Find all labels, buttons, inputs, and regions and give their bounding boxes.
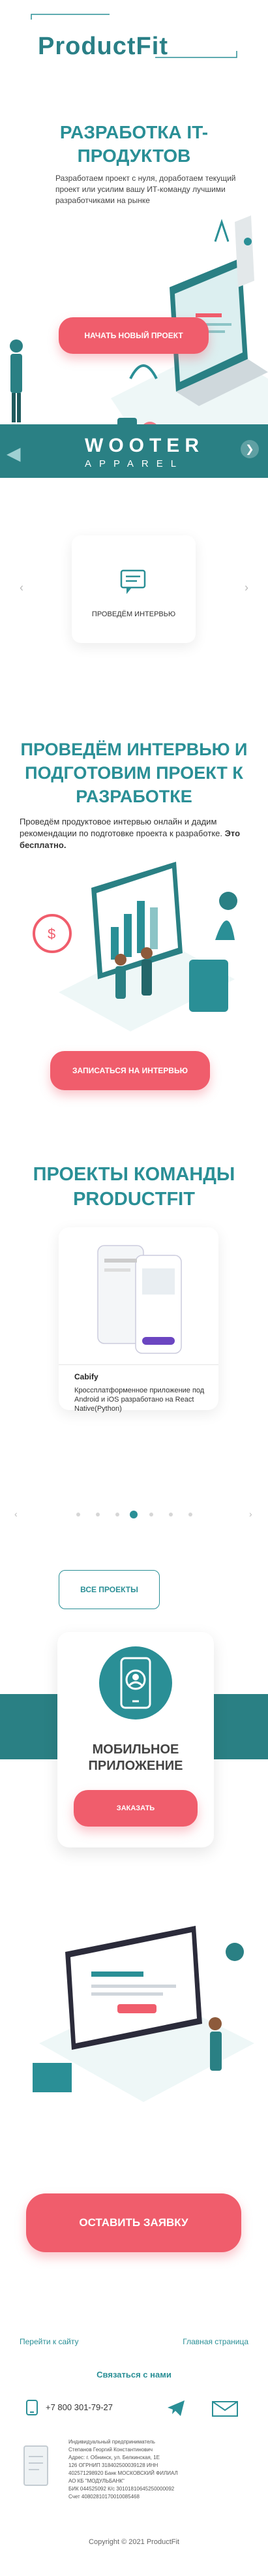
document-icon bbox=[23, 2445, 48, 2486]
interview-description: Проведём продуктовое интервью онлайн и д… bbox=[20, 816, 248, 851]
interview-card-label: ПРОВЕДЁМ ИНТЕРВЬЮ bbox=[91, 610, 176, 618]
project-name: Cabify bbox=[74, 1372, 98, 1381]
phone-number[interactable]: +7 800 301-79-27 bbox=[46, 2402, 113, 2412]
phone-icon[interactable] bbox=[26, 2400, 38, 2415]
legal-line: 126 ОГРНИП 318402500039128 ИНН bbox=[68, 2462, 158, 2468]
banner-brand: WOOTER bbox=[85, 435, 204, 456]
footer-link-site[interactable]: Перейти к сайту bbox=[20, 2337, 78, 2346]
svg-text:›: › bbox=[249, 1509, 252, 1519]
legal-line: Счет 40802810170010085468 bbox=[68, 2494, 140, 2500]
project-description: Кроссплатформенное приложение под Androi… bbox=[74, 1387, 205, 1413]
legal-line: АО КБ "МОДУЛЬБАНК" bbox=[68, 2478, 125, 2484]
legal-line: Адрес: г. Обнинск, ул. Белкинская, 1Е bbox=[68, 2455, 160, 2460]
mail-icon[interactable] bbox=[212, 2401, 238, 2417]
logo[interactable]: ProductFit bbox=[38, 33, 168, 61]
mobile-app-title: МОБИЛЬНОЕ ПРИЛОЖЕНИЕ bbox=[88, 1742, 183, 1773]
footer-link-home[interactable]: Главная страница bbox=[183, 2337, 248, 2346]
copyright: Copyright © 2021 ProductFit bbox=[89, 2538, 179, 2546]
svg-text:$: $ bbox=[48, 926, 55, 942]
slider-next-arrow-icon[interactable]: › bbox=[245, 581, 248, 595]
header: ProductFit bbox=[0, 0, 268, 68]
legal-line: Степанов Георгий Константинович bbox=[68, 2447, 153, 2453]
project-slider-dots[interactable]: ‹ › bbox=[0, 1509, 268, 1520]
all-projects-button[interactable]: ВСЕ ПРОЕКТЫ bbox=[59, 1570, 160, 1609]
project-divider bbox=[59, 1364, 218, 1365]
project-card[interactable]: Cabify Кроссплатформенное приложение под… bbox=[59, 1227, 218, 1413]
banner-prev-logo: ◀ bbox=[7, 443, 21, 463]
slider-prev-arrow-icon[interactable]: ‹ bbox=[20, 581, 23, 595]
order-app-button[interactable]: ЗАКАЗАТЬ bbox=[74, 1790, 198, 1827]
contact-heading: Связаться с нами bbox=[97, 2370, 171, 2380]
interview-signup-button[interactable]: ЗАПИСАТЬСЯ НА ИНТЕРВЬЮ bbox=[50, 1051, 210, 1090]
contact-row: +7 800 301-79-27 bbox=[26, 2396, 248, 2422]
svg-text:‹: ‹ bbox=[14, 1509, 18, 1519]
hero-title: РАЗРАБОТКА IT-ПРОДУКТОВ bbox=[59, 122, 209, 166]
legal-info: Индивидуальный предприниматель Степанов … bbox=[23, 2438, 248, 2510]
projects-title: ПРОЕКТЫ КОМАНДЫ PRODUCTFIT bbox=[33, 1164, 235, 1210]
mobile-app-icon bbox=[99, 1646, 172, 1720]
interview-illustration: $ bbox=[33, 862, 237, 1031]
interview-description-text: Проведём продуктовое интервью онлайн и д… bbox=[20, 817, 223, 838]
legal-line: 402571298920 Банк МОСКОВСКИЙ ФИЛИАЛ bbox=[68, 2470, 178, 2476]
legal-line: БИК 044525092 К/с 30101810645250000092 bbox=[68, 2486, 175, 2492]
interview-title: ПРОВЕДЁМ ИНТЕРВЬЮ И ПОДГОТОВИМ ПРОЕКТ К … bbox=[20, 740, 248, 806]
interview-card[interactable]: ПРОВЕДЁМ ИНТЕРВЬЮ bbox=[72, 535, 196, 643]
chat-icon bbox=[120, 569, 146, 594]
banner-subtitle: APPAREL bbox=[85, 458, 185, 469]
mobile-app-card: МОБИЛЬНОЕ ПРИЛОЖЕНИЕ ЗАКАЗАТЬ bbox=[57, 1632, 214, 1847]
legal-text: Индивидуальный предприниматель Степанов … bbox=[68, 2438, 245, 2501]
leave-request-button[interactable]: ОСТАВИТЬ ЗАЯВКУ bbox=[26, 2193, 241, 2252]
banner-next-arrow-icon[interactable]: ❯ bbox=[241, 440, 259, 458]
client-banner: ◀ WOOTER APPAREL ❯ bbox=[0, 424, 268, 478]
hero-description: Разработаем проект с нуля, доработаем те… bbox=[55, 174, 236, 205]
start-project-button[interactable]: НАЧАТЬ НОВЫЙ ПРОЕКТ bbox=[59, 317, 209, 354]
telegram-icon[interactable] bbox=[166, 2398, 186, 2418]
legal-line: Индивидуальный предприниматель bbox=[68, 2439, 155, 2445]
project-screenshot bbox=[97, 1245, 182, 1354]
desk-illustration bbox=[33, 1926, 254, 2102]
